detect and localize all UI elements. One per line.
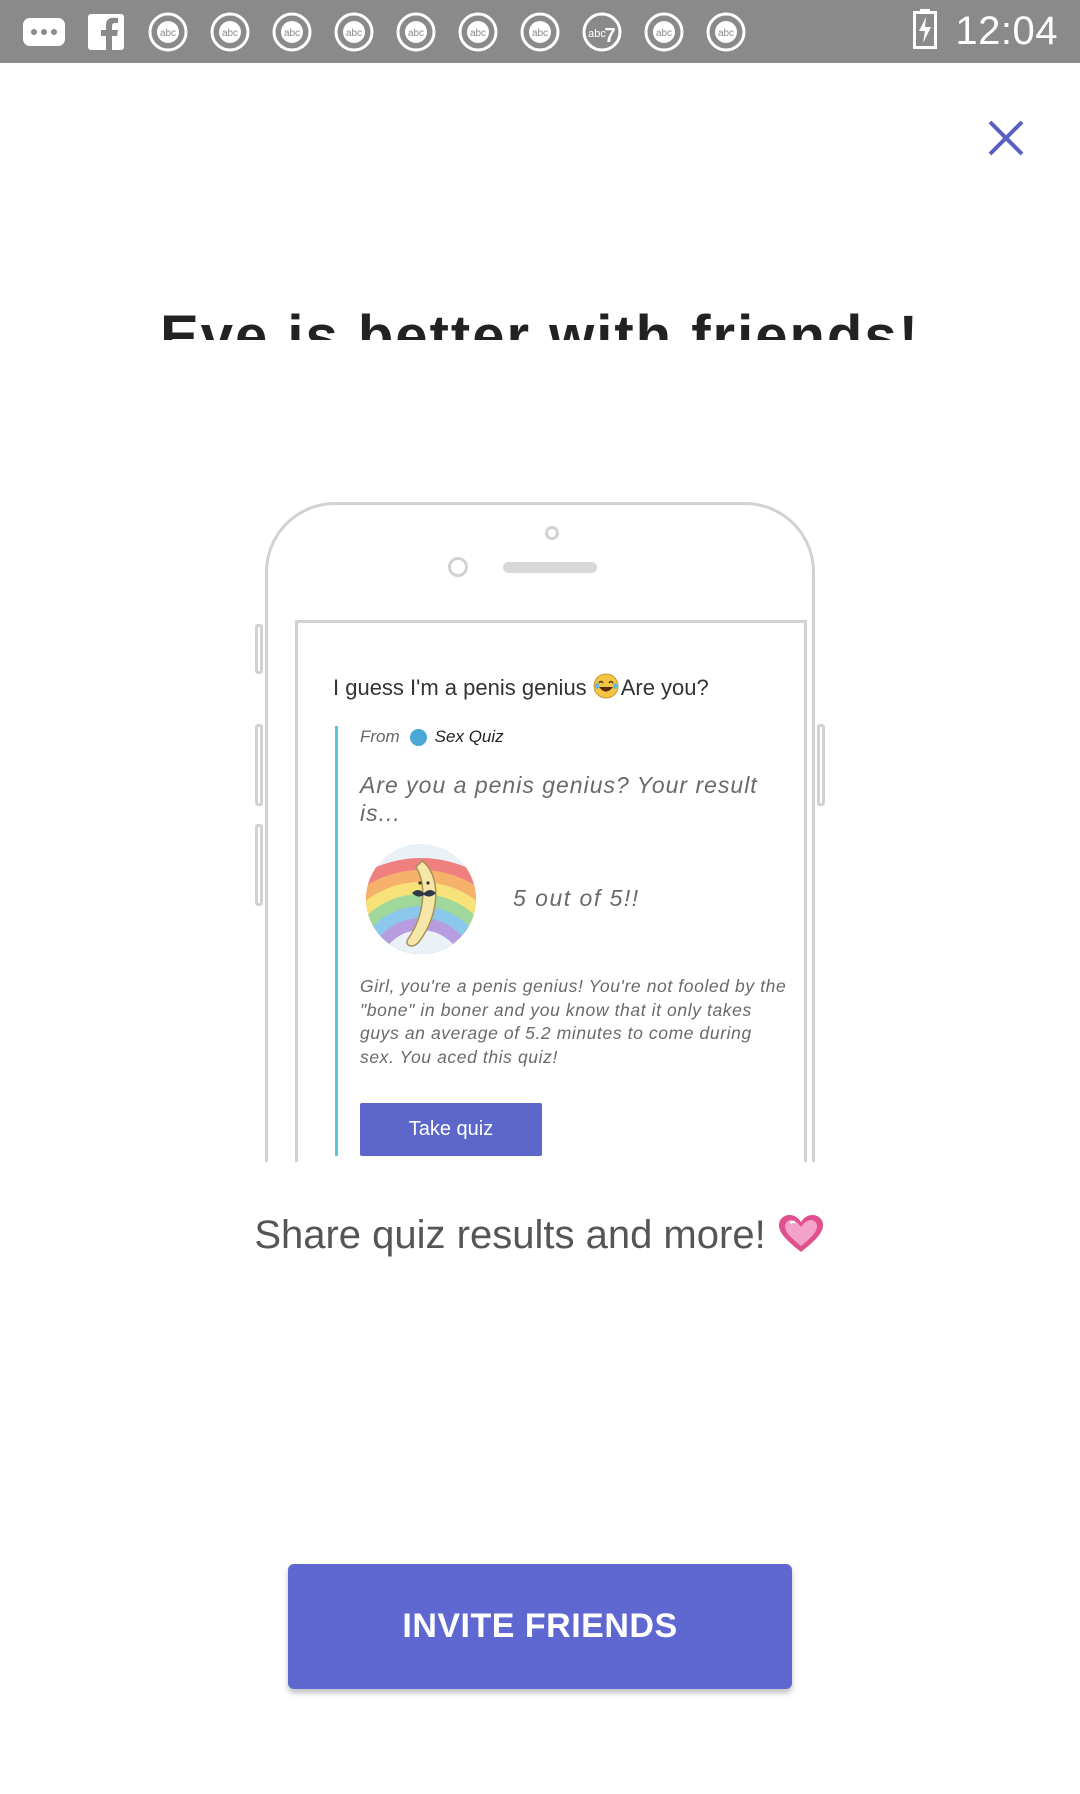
phone-speaker [503,562,597,573]
quiz-score: 5 out of 5!! [513,885,640,911]
quiz-description: Girl, you're a penis genius! You're not … [360,976,787,1067]
svg-text:abc: abc [532,28,548,39]
close-icon [988,120,1024,156]
laughing-emoji-icon [593,673,619,705]
phone-side-button [255,624,263,674]
quiz-question: Are you a penis genius? Your result is..… [360,772,758,826]
heart-icon [776,1212,826,1266]
phone-side-button [255,824,263,906]
abc-news-icon: abc [456,10,500,54]
message-tail: Are you? [620,675,709,700]
rainbow-banana-image [360,843,482,955]
phone-camera [448,557,468,577]
battery-icon [913,9,938,54]
phone-side-button [255,724,263,806]
close-button[interactable] [980,112,1032,164]
svg-text:abc: abc [656,28,672,39]
svg-text:abc: abc [470,28,486,39]
svg-text:abc: abc [718,28,734,39]
from-label: From [360,727,400,746]
phone-sensor [545,526,559,540]
phone-illustration: I guess I'm a penis genius Are you? From … [255,502,825,1162]
facebook-icon [84,10,128,54]
svg-text:7: 7 [604,25,615,47]
take-quiz-button: Take quiz [360,1103,542,1156]
abc-news-icon: abc [518,10,562,54]
abc-news-icon: abc [642,10,686,54]
phone-screen: I guess I'm a penis genius Are you? From … [295,620,807,1162]
title-container: Eve is better with friends! [0,300,1080,341]
abc-news-icon: abc [332,10,376,54]
svg-text:abc: abc [160,28,176,39]
svg-text:abc: abc [346,28,362,39]
abc-news-icon: abc [394,10,438,54]
svg-text:abc: abc [408,28,424,39]
invite-friends-button[interactable]: INVITE FRIENDS [288,1564,792,1689]
more-icon [22,10,66,54]
status-bar: abc abc abc abc abc abc abc abc 7 abc ab… [0,0,1080,63]
abc7-icon: abc 7 [580,10,624,54]
from-source: Sex Quiz [434,727,504,746]
svg-text:abc: abc [284,28,300,39]
phone-frame: I guess I'm a penis genius Are you? From … [265,502,815,1162]
clock: 12:04 [955,9,1058,53]
message-line: I guess I'm a penis genius Are you? [333,673,709,705]
message-text: I guess I'm a penis genius [333,675,587,700]
abc-news-icon: abc [270,10,314,54]
svg-text:abc: abc [222,28,238,39]
status-right: 12:04 [913,0,1058,63]
abc-news-icon: abc [146,10,190,54]
page-title: Eve is better with friends! [160,304,920,341]
abc-news-icon: abc [208,10,252,54]
quote-bar [335,726,338,1156]
abc-news-icon: abc [704,10,748,54]
quiz-source-icon [409,728,427,746]
share-subtitle: Share quiz results and more! [0,1212,1080,1266]
from-line: From Sex Quiz [360,727,504,747]
notification-icons: abc abc abc abc abc abc abc abc 7 abc ab… [22,10,748,54]
subtitle-text: Share quiz results and more! [254,1213,766,1257]
phone-side-button [817,724,825,806]
invite-friends-screen: abc abc abc abc abc abc abc abc 7 abc ab… [0,0,1080,1794]
